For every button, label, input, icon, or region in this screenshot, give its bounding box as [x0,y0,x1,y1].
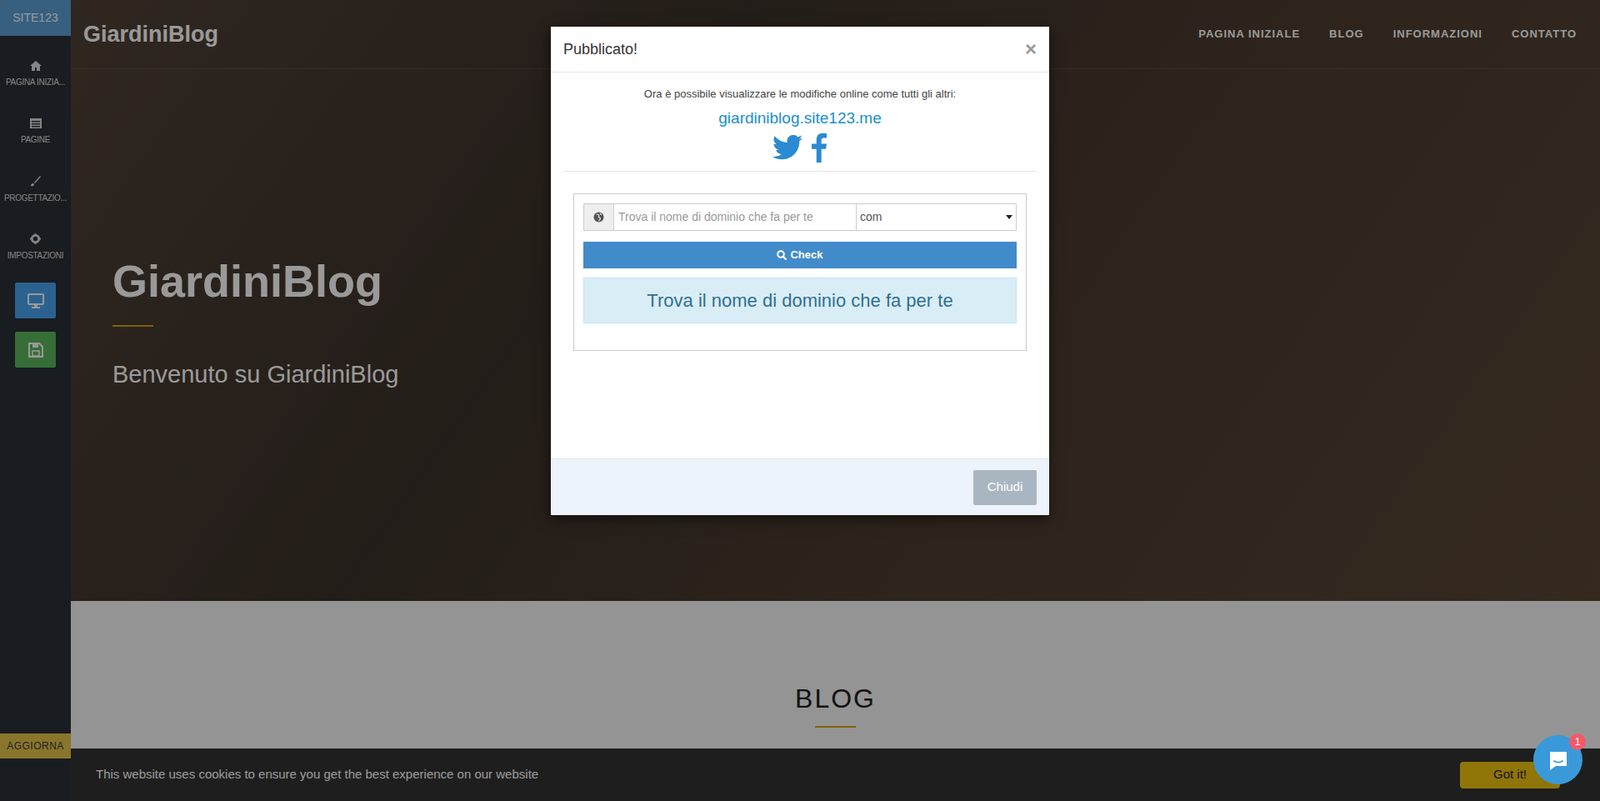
editor: SITE123 PAGINA INIZIA...PAGINEPROGETTAZI… [0,0,1600,801]
close-button[interactable]: × [1025,39,1037,60]
tld-select[interactable]: com [856,203,1017,231]
close-dialog-button[interactable]: Chiudi [973,470,1037,505]
chat-button[interactable]: 1 [1533,735,1583,785]
publish-dialog: Pubblicato! × Ora è possibile visualizza… [550,26,1050,515]
domain-addon [583,203,615,231]
twitter-icon[interactable] [772,135,803,160]
search-icon [776,250,787,260]
share-buttons [772,132,828,170]
dialog-header: Pubblicato! × [550,26,1050,73]
caret-down-icon [1005,215,1013,220]
tld-value: com [860,208,882,226]
domain-search-row: com [583,203,1017,231]
globe-icon [593,211,605,223]
dialog-footer: Chiudi [550,458,1050,515]
dialog-title: Pubblicato! [563,38,638,61]
domain-search: com Check Trova il nome di dominio che f… [573,193,1027,351]
dialog-body: Ora è possibile visualizzare le modifich… [550,72,1050,459]
chat-icon [1546,748,1570,772]
domain-info: Trova il nome di dominio che fa per te [583,277,1017,324]
facebook-icon[interactable] [810,132,828,163]
separator [563,170,1037,172]
chat-badge: 1 [1569,733,1586,750]
publish-message: Ora è possibile visualizzare le modifich… [644,85,956,103]
check-button[interactable]: Check [583,241,1017,269]
site-link[interactable]: giardiniblog.site123.me [718,106,881,131]
domain-input[interactable] [614,203,857,231]
publish-info: Ora è possibile visualizzare le modifich… [563,85,1037,170]
